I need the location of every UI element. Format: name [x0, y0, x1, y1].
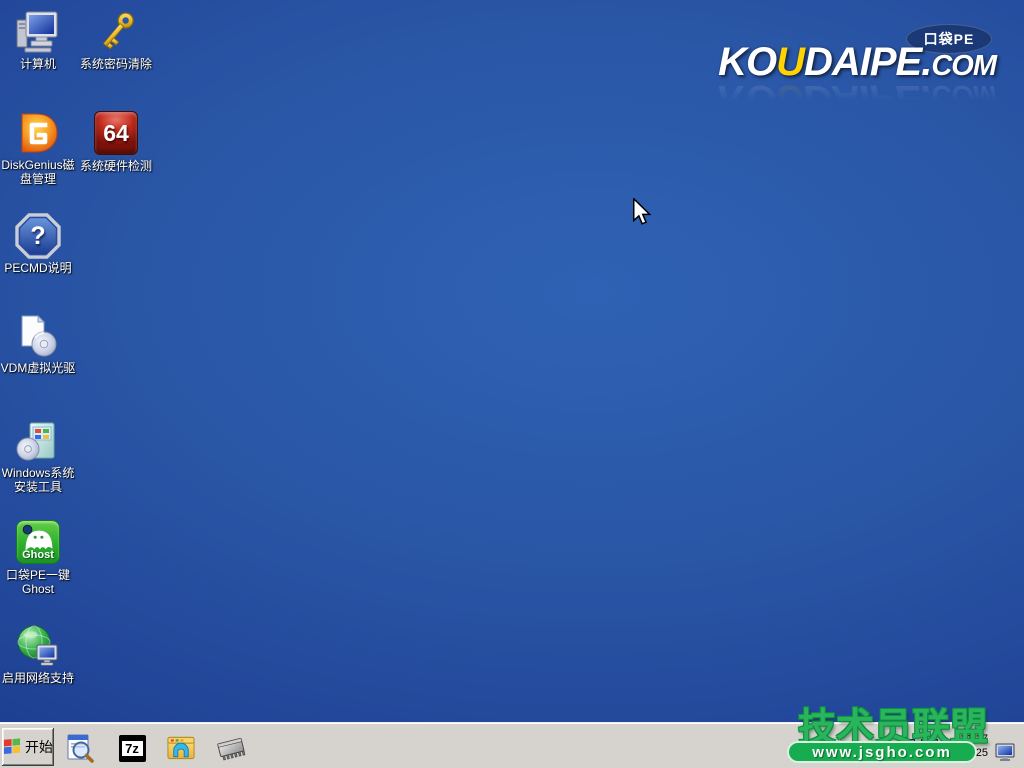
desktop-icon-password-clear[interactable]: 系统密码清除 — [78, 9, 154, 71]
desktop-icon-label: 系统密码清除 — [78, 57, 154, 71]
key-icon — [93, 9, 139, 55]
globe-monitor-icon — [15, 623, 61, 669]
aida64-icon: 64 — [93, 111, 139, 157]
desktop-icon-ghost[interactable]: Ghost 口袋PE一键 Ghost — [0, 519, 76, 596]
koudaipe-logo: 口袋PE KOUDAIPE.COM KOUDAIPE.COM — [696, 18, 996, 98]
quick-launch-7zip[interactable]: 7z — [117, 733, 147, 763]
folder-icon — [166, 733, 196, 763]
start-label: 开始 — [25, 737, 53, 757]
desktop-icon-vdm[interactable]: VDM虚拟光驱 — [0, 313, 76, 375]
desktop-icon-label: Windows系统 安装工具 — [0, 466, 76, 494]
document-cd-icon — [15, 313, 61, 359]
diskgenius-icon — [15, 110, 61, 156]
desktop-icon-pecmd-help[interactable]: ? PECMD说明 — [0, 213, 76, 275]
memory-chip-icon — [212, 733, 250, 763]
desktop-icon-network-enable[interactable]: 启用网络支持 — [0, 623, 76, 685]
quick-launch-file-manager[interactable] — [166, 733, 196, 763]
desktop-icon-label: 计算机 — [0, 57, 76, 71]
search-document-icon — [64, 733, 94, 763]
quick-launch-memory[interactable] — [212, 733, 250, 763]
desktop-icon-label: 口袋PE一键 Ghost — [0, 568, 76, 596]
desktop-icon-label: VDM虚拟光驱 — [0, 361, 76, 375]
desktop-icon-label: 系统硬件检测 — [78, 159, 154, 173]
7zip-text: 7z — [122, 741, 143, 756]
pe-desktop: { "wallpaper": { "logo": { "pre": "KO", … — [0, 0, 1024, 768]
ghost-icon-text: Ghost — [17, 549, 59, 561]
quick-launch-search[interactable] — [64, 733, 94, 763]
aida64-text: 64 — [103, 120, 129, 147]
desktop-icon-label: PECMD说明 — [0, 261, 76, 275]
setup-box-cd-icon — [15, 418, 61, 464]
question-mark: ? — [15, 213, 61, 259]
start-button[interactable]: 开始 — [2, 728, 54, 766]
desktop-icon-win-setup[interactable]: Windows系统 安装工具 — [0, 418, 76, 494]
desktop-icon-hardware-detect[interactable]: 64 系统硬件检测 — [78, 110, 154, 173]
question-octagon-icon: ? — [15, 213, 61, 259]
computer-icon — [15, 9, 61, 55]
7zip-icon: 7z — [119, 735, 146, 762]
network-tray-icon[interactable] — [994, 742, 1016, 767]
windows-flag-icon — [3, 738, 22, 756]
desktop-icon-diskgenius[interactable]: DiskGenius磁 盘管理 — [0, 110, 76, 186]
desktop-icon-label: DiskGenius磁 盘管理 — [0, 158, 76, 186]
ghost-icon: Ghost — [15, 520, 61, 566]
mouse-cursor — [632, 198, 652, 233]
logo-reflection: KOUDAIPE.COM — [718, 76, 996, 121]
desktop-icon-label: 启用网络支持 — [0, 671, 76, 685]
desktop-icon-computer[interactable]: 计算机 — [0, 9, 76, 71]
watermark-url: www.jsgho.com — [787, 741, 977, 763]
